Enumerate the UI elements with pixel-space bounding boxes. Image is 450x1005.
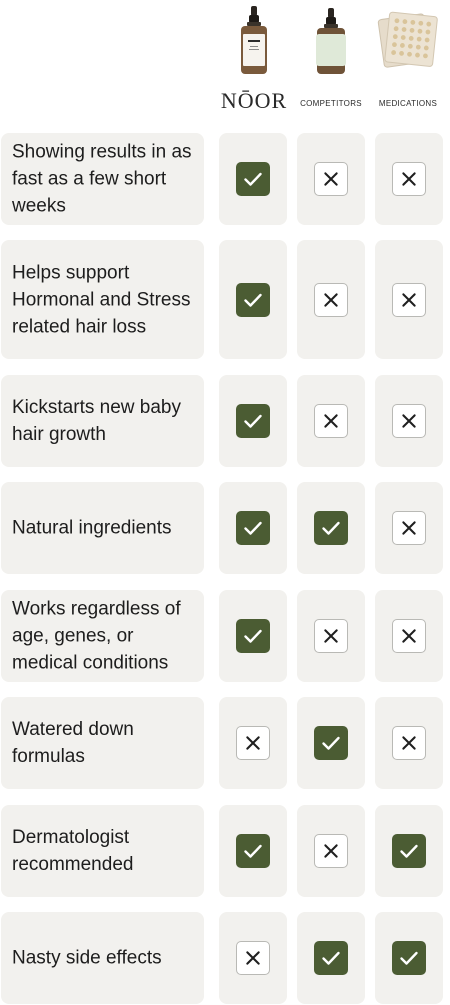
checkmark-icon	[236, 404, 270, 438]
feature-label: Helps support Hormonal and Stress relate…	[12, 262, 191, 337]
feature-label: Nasty side effects	[12, 947, 162, 969]
comparison-row: Kickstarts new baby hair growth	[0, 375, 450, 467]
cross-icon	[314, 282, 348, 317]
medications-label: MEDICATIONS	[378, 99, 438, 108]
cross-icon	[392, 726, 426, 760]
noor-cell	[219, 590, 287, 682]
cross-icon	[236, 726, 270, 760]
feature-cell: Watered down formulas	[1, 697, 204, 789]
feature-cell: Nasty side effects	[1, 912, 204, 1004]
comparison-row: Natural ingredients	[0, 482, 450, 574]
competitors-cell	[297, 805, 365, 897]
feature-label: Dermatologist recommended	[12, 827, 134, 875]
checkmark-icon	[314, 511, 348, 545]
medications-cell	[375, 240, 443, 359]
competitors-cell	[297, 590, 365, 682]
comparison-row: Dermatologist recommended	[0, 805, 450, 897]
comparison-row: Watered down formulas	[0, 697, 450, 789]
feature-label: Kickstarts new baby hair growth	[12, 397, 181, 445]
medications-cell	[375, 375, 443, 467]
checkmark-icon	[236, 282, 270, 317]
competitors-cell	[297, 912, 365, 1004]
checkmark-icon	[236, 511, 270, 545]
noor-product-image	[210, 0, 298, 80]
cross-icon	[392, 619, 426, 653]
competitors-cell	[297, 240, 365, 359]
noor-cell	[219, 240, 287, 359]
medications-cell	[375, 697, 443, 789]
medications-cell	[375, 590, 443, 682]
feature-cell: Dermatologist recommended	[1, 805, 204, 897]
checkmark-icon	[236, 834, 270, 868]
comparison-row: Helps support Hormonal and Stress relate…	[0, 240, 450, 359]
serum-bottle-icon	[241, 6, 267, 74]
comparison-row: Nasty side effects	[0, 912, 450, 1004]
noor-cell	[219, 133, 287, 225]
feature-cell: Showing results in as fast as a few shor…	[1, 133, 204, 225]
comparison-header: NŌOR COMPETITORS MEDICATIONS	[0, 0, 450, 126]
medications-cell	[375, 805, 443, 897]
cross-icon	[314, 162, 348, 196]
noor-cell	[219, 697, 287, 789]
checkmark-icon	[236, 619, 270, 653]
feature-label: Natural ingredients	[12, 517, 172, 539]
pill-pack-icon	[377, 11, 438, 68]
medications-cell	[375, 482, 443, 574]
cross-icon	[392, 282, 426, 317]
competitors-cell	[297, 133, 365, 225]
checkmark-icon	[314, 726, 348, 760]
medications-cell	[375, 912, 443, 1004]
feature-cell: Helps support Hormonal and Stress relate…	[1, 240, 204, 359]
noor-cell	[219, 805, 287, 897]
checkmark-icon	[392, 834, 426, 868]
feature-cell: Kickstarts new baby hair growth	[1, 375, 204, 467]
competitors-cell	[297, 697, 365, 789]
feature-cell: Natural ingredients	[1, 482, 204, 574]
competitors-cell	[297, 482, 365, 574]
cross-icon	[392, 511, 426, 545]
feature-label: Works regardless of age, genes, or medic…	[12, 598, 181, 674]
feature-label: Watered down formulas	[12, 719, 134, 767]
competitors-cell	[297, 375, 365, 467]
checkmark-icon	[392, 941, 426, 975]
cross-icon	[392, 404, 426, 438]
comparison-row: Works regardless of age, genes, or medic…	[0, 590, 450, 682]
cross-icon	[314, 619, 348, 653]
feature-cell: Works regardless of age, genes, or medic…	[1, 590, 204, 682]
noor-brand-logo: NŌOR	[220, 88, 288, 113]
noor-cell	[219, 912, 287, 1004]
cross-icon	[314, 404, 348, 438]
medications-cell	[375, 133, 443, 225]
comparison-row: Showing results in as fast as a few shor…	[0, 133, 450, 225]
feature-label: Showing results in as fast as a few shor…	[12, 141, 192, 217]
competitors-label: COMPETITORS	[300, 99, 362, 108]
noor-cell	[219, 482, 287, 574]
competitor-product-image	[297, 0, 365, 80]
noor-cell	[219, 375, 287, 467]
serum-bottle-icon	[316, 8, 346, 74]
checkmark-icon	[236, 162, 270, 196]
cross-icon	[236, 941, 270, 975]
cross-icon	[314, 834, 348, 868]
medication-product-image	[373, 0, 443, 80]
checkmark-icon	[314, 941, 348, 975]
cross-icon	[392, 162, 426, 196]
